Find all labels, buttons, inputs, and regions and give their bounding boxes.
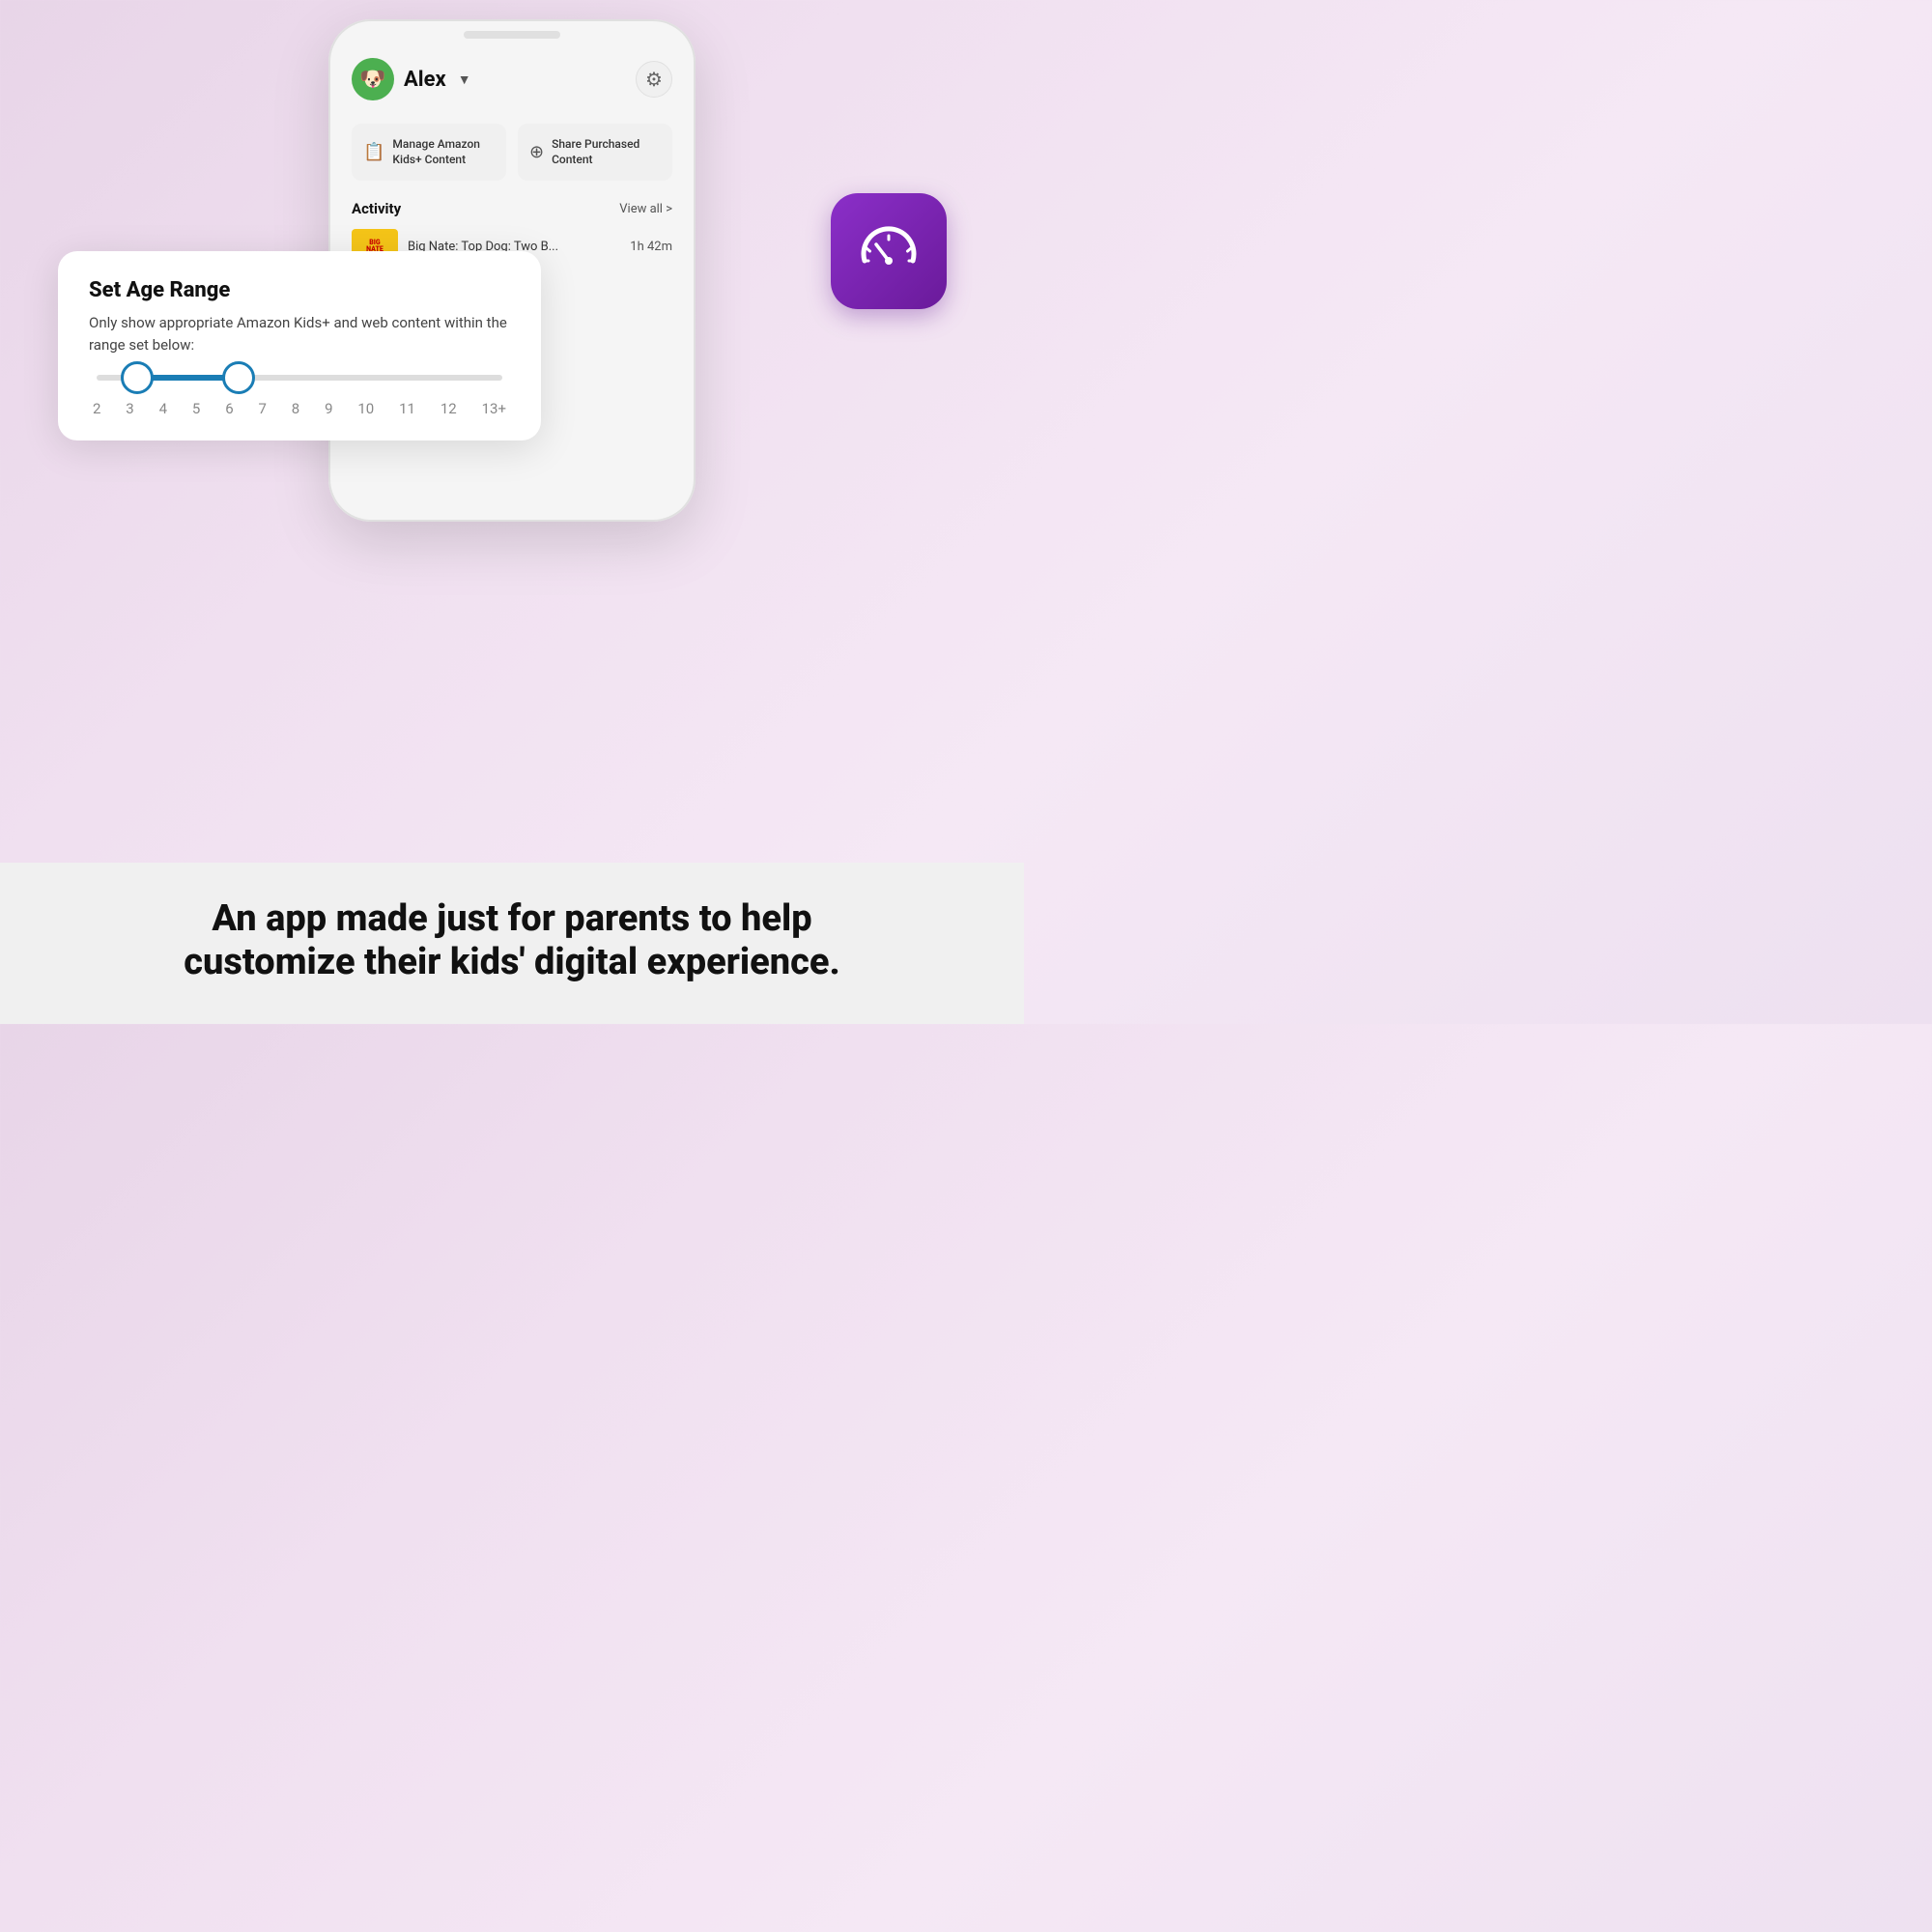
age-label-12: 12 — [440, 400, 457, 417]
age-range-description: Only show appropriate Amazon Kids+ and w… — [89, 312, 510, 355]
dropdown-arrow: ▼ — [458, 71, 471, 88]
profile-left: 🐶 Alex ▼ — [352, 58, 471, 100]
age-label-9: 9 — [325, 400, 332, 417]
share-content-button[interactable]: ⊕ Share Purchased Content — [518, 124, 672, 181]
settings-icon: ⚙ — [645, 68, 663, 91]
age-label-3: 3 — [126, 400, 133, 417]
manage-content-label: Manage Amazon Kids+ Content — [392, 137, 495, 167]
slider-track — [97, 375, 502, 381]
settings-button[interactable]: ⚙ — [636, 61, 672, 98]
age-label-6: 6 — [225, 400, 233, 417]
age-label-2: 2 — [93, 400, 100, 417]
age-label-7: 7 — [258, 400, 266, 417]
manage-content-button[interactable]: 📋 Manage Amazon Kids+ Content — [352, 124, 506, 181]
age-label-5: 5 — [192, 400, 200, 417]
phone-content: 🐶 Alex ▼ ⚙ 📋 Manage Amazon Kids+ Content… — [328, 19, 696, 283]
profile-row: 🐶 Alex ▼ ⚙ — [352, 58, 672, 100]
tagline-line1: An app made just for parents to help — [212, 897, 811, 940]
age-label-11: 11 — [399, 400, 415, 417]
activity-duration: 1h 42m — [630, 240, 672, 254]
slider-thumb-right[interactable] — [222, 361, 255, 394]
age-range-card: Set Age Range Only show appropriate Amaz… — [58, 251, 541, 440]
speedometer-icon — [855, 217, 923, 285]
manage-icon: 📋 — [363, 142, 384, 162]
age-label-10: 10 — [357, 400, 374, 417]
age-label-13plus: 13+ — [482, 400, 506, 417]
app-icon — [831, 193, 947, 309]
activity-title: Activity — [352, 200, 401, 217]
hero-section: 🐶 Alex ▼ ⚙ 📋 Manage Amazon Kids+ Content… — [0, 0, 1024, 464]
slider-thumb-left[interactable] — [121, 361, 154, 394]
action-buttons: 📋 Manage Amazon Kids+ Content ⊕ Share Pu… — [352, 124, 672, 181]
share-content-label: Share Purchased Content — [552, 137, 661, 167]
tagline: An app made just for parents to help cus… — [58, 897, 966, 985]
bottom-section: An app made just for parents to help cus… — [0, 863, 1024, 1024]
profile-name: Alex — [404, 68, 446, 92]
age-range-title: Set Age Range — [89, 278, 510, 302]
age-label-4: 4 — [159, 400, 167, 417]
age-label-8: 8 — [292, 400, 299, 417]
avatar: 🐶 — [352, 58, 394, 100]
activity-header: Activity View all > — [352, 200, 672, 217]
phone-notch — [464, 31, 560, 39]
age-labels: 2 3 4 5 6 7 8 9 10 11 12 13+ — [89, 400, 510, 417]
tagline-line2: customize their kids' digital experience… — [184, 941, 840, 983]
share-icon: ⊕ — [529, 142, 544, 162]
view-all-button[interactable]: View all > — [619, 202, 672, 216]
age-range-slider[interactable] — [89, 375, 510, 381]
